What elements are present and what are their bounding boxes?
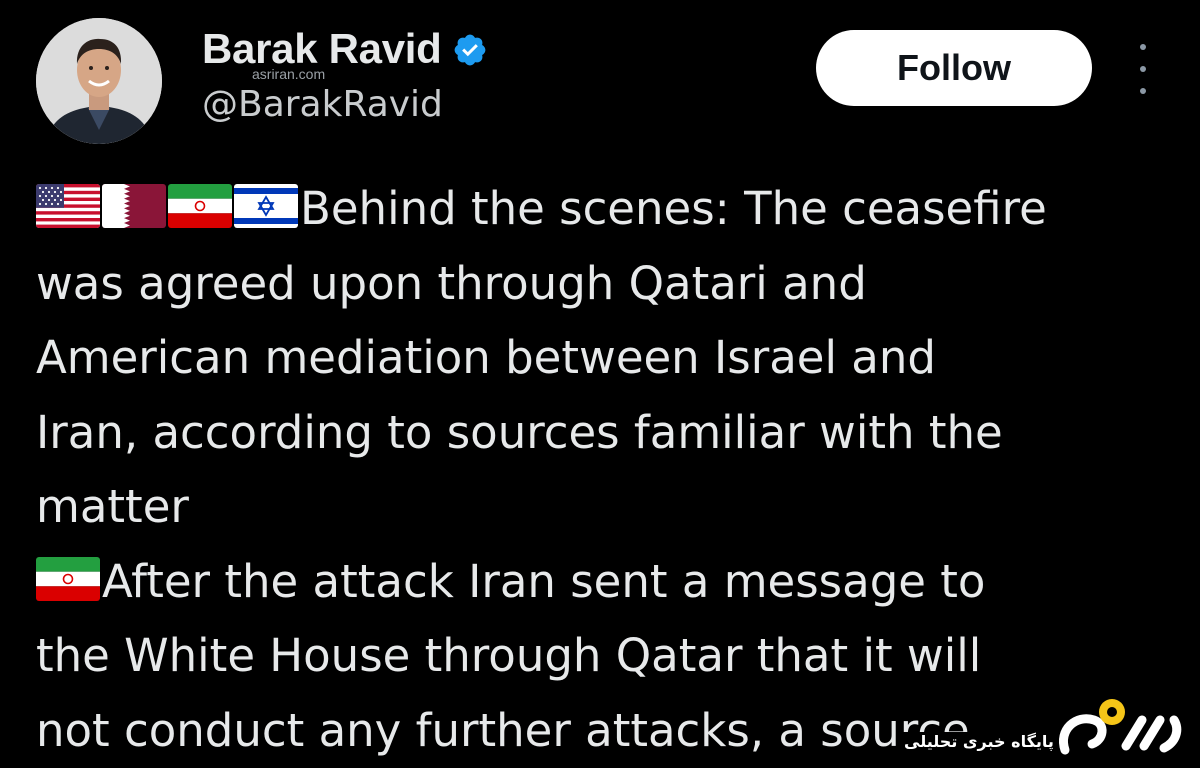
qatar-flag-icon xyxy=(102,184,166,228)
tweet-card: Barak Ravid asriran.com @BarakRavid Foll… xyxy=(0,0,1200,765)
more-dot xyxy=(1140,88,1146,94)
us-flag-icon xyxy=(36,184,100,228)
watermark-site-text: asriran.com xyxy=(252,66,325,82)
israel-flag-icon xyxy=(234,184,298,228)
more-dot xyxy=(1140,44,1146,50)
logo-tagline: پایگاه خبری تحلیلی xyxy=(900,732,1058,751)
profile-photo-icon xyxy=(36,18,162,144)
author-block: Barak Ravid xyxy=(202,24,488,74)
iran-flag-icon xyxy=(36,557,100,601)
tweet-line-text: Behind the scenes: The ceasefire xyxy=(300,182,1047,235)
tweet-line: matter xyxy=(36,470,1186,545)
tweet-line-text: After the attack Iran sent a message to xyxy=(102,555,985,608)
follow-button[interactable]: Follow xyxy=(816,30,1092,106)
avatar[interactable] xyxy=(36,18,162,144)
tweet-line: the White House through Qatar that it wi… xyxy=(36,619,1186,694)
tweet-line: American mediation between Israel and xyxy=(36,321,1186,396)
author-handle[interactable]: @BarakRavid xyxy=(202,84,443,125)
more-dot xyxy=(1140,66,1146,72)
tweet-line: Iran, according to sources familiar with… xyxy=(36,396,1186,471)
tweet-line: Behind the scenes: The ceasefire xyxy=(36,172,1186,247)
name-row: Barak Ravid xyxy=(202,24,488,74)
more-vertical-icon[interactable] xyxy=(1130,44,1156,94)
iran-flag-icon xyxy=(168,184,232,228)
tweet-text: Behind the scenes: The ceasefire was agr… xyxy=(36,172,1186,768)
verified-badge-icon xyxy=(452,32,488,68)
tweet-line: was agreed upon through Qatari and xyxy=(36,247,1186,322)
tweet-line: After the attack Iran sent a message to xyxy=(36,545,1186,620)
